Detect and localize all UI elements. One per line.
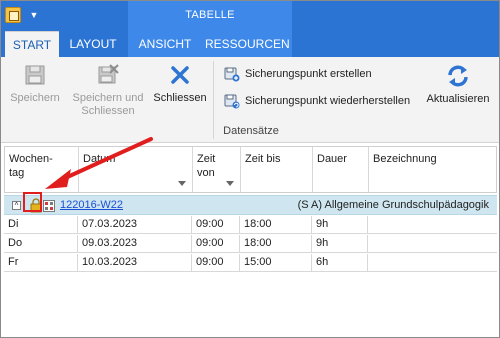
column-header-label: Dauer — [317, 153, 347, 165]
ribbon-group-label: Datensätze — [223, 125, 279, 137]
app-window: ▼ TABELLE START LAYOUT ANSICHT RESSOURCE… — [0, 0, 500, 338]
tab-layout[interactable]: LAYOUT — [63, 31, 123, 57]
column-header-duration[interactable]: Dauer — [313, 147, 369, 192]
table-row[interactable]: Do 09.03.2023 09:00 18:00 9h — [4, 235, 497, 253]
schedule-grid-icon[interactable] — [43, 200, 55, 212]
cell-time-to: 15:00 — [240, 254, 312, 272]
column-header-label: Wochen- — [9, 153, 53, 165]
column-header-time-from[interactable]: Zeit von — [193, 147, 241, 192]
floppy-close-icon — [98, 64, 119, 84]
tab-ansicht[interactable]: ANSICHT — [133, 31, 197, 57]
close-x-icon — [171, 66, 189, 84]
cell-time-from: 09:00 — [192, 235, 240, 253]
cell-time-to: 18:00 — [240, 216, 312, 234]
table-row[interactable]: Fr 10.03.2023 09:00 15:00 6h — [4, 254, 497, 272]
refresh-button[interactable]: Aktualisieren — [423, 63, 493, 106]
close-button[interactable]: Schliessen — [151, 63, 209, 105]
lock-icon[interactable] — [29, 198, 43, 213]
cell-duration: 9h — [312, 235, 368, 253]
cell-time-from: 09:00 — [192, 254, 240, 272]
quick-access-dropdown-icon[interactable]: ▼ — [26, 7, 42, 23]
cell-time-to: 18:00 — [240, 235, 312, 253]
cell-description — [368, 216, 497, 234]
backup-restore-icon — [224, 94, 240, 109]
backup-create-icon — [224, 67, 240, 82]
save-and-close-label-line2: Schliessen — [81, 105, 135, 117]
group-description: (S A) Allgemeine Grundschulpädagogik — [297, 199, 489, 211]
sort-arrow-icon — [226, 181, 234, 186]
save-label: Speichern — [10, 92, 60, 104]
collapse-icon[interactable]: ^ — [12, 201, 21, 210]
column-header-description[interactable]: Bezeichnung — [369, 147, 496, 192]
cell-date: 10.03.2023 — [78, 254, 192, 272]
cell-time-from: 09:00 — [192, 216, 240, 234]
column-header-label: Zeit — [197, 153, 216, 165]
floppy-disk-icon — [25, 65, 45, 85]
column-header-date[interactable]: Datum — [79, 147, 193, 192]
ribbon-panel: Speichern Speichern und Schliessen Schli… — [1, 57, 499, 143]
title-bar: ▼ TABELLE — [1, 1, 499, 31]
column-header-label: Datum — [83, 153, 116, 165]
save-and-close-label-line1: Speichern und — [72, 92, 144, 104]
cell-date: 07.03.2023 — [78, 216, 192, 234]
cell-weekday: Do — [4, 235, 78, 253]
column-header-label: tag — [9, 167, 25, 179]
cell-description — [368, 235, 497, 253]
ribbon-tabs: START LAYOUT ANSICHT RESSOURCEN — [1, 31, 499, 57]
sort-arrow-icon — [178, 181, 186, 186]
cell-weekday: Di — [4, 216, 78, 234]
tab-ressourcen[interactable]: RESSOURCEN — [205, 31, 290, 57]
column-header-weekday[interactable]: Wochen- tag — [5, 147, 79, 192]
data-grid: Wochen- tag Datum Zeit von Zeit bis Daue… — [1, 143, 499, 337]
create-backup-label: Sicherungspunkt erstellen — [245, 68, 372, 80]
cell-date: 09.03.2023 — [78, 235, 192, 253]
cell-duration: 6h — [312, 254, 368, 272]
cell-duration: 9h — [312, 216, 368, 234]
column-header-time-to[interactable]: Zeit bis — [241, 147, 313, 192]
refresh-icon — [448, 65, 468, 87]
table-row[interactable]: Di 07.03.2023 09:00 18:00 9h — [4, 216, 497, 234]
column-header-label: Bezeichnung — [373, 153, 437, 165]
app-icon[interactable] — [5, 7, 21, 23]
save-and-close-button[interactable]: Speichern und Schliessen — [71, 63, 145, 118]
tab-start[interactable]: START — [5, 31, 59, 57]
refresh-label: Aktualisieren — [426, 93, 490, 105]
column-header-label: Zeit bis — [245, 153, 281, 165]
cell-description — [368, 254, 497, 272]
context-tab-header: TABELLE — [128, 1, 292, 31]
grid-header: Wochen- tag Datum Zeit von Zeit bis Daue… — [4, 146, 497, 193]
column-header-label: von — [197, 167, 215, 179]
cell-weekday: Fr — [4, 254, 78, 272]
close-label: Schliessen — [153, 92, 207, 104]
group-link[interactable]: 122016-W22 — [60, 199, 123, 211]
restore-backup-label: Sicherungspunkt wiederherstellen — [245, 95, 411, 107]
restore-backup-button[interactable]: Sicherungspunkt wiederherstellen — [224, 92, 420, 110]
create-backup-button[interactable]: Sicherungspunkt erstellen — [224, 65, 394, 83]
group-row[interactable]: ^ 122016-W22 (S A) Allgemeine Grundschul… — [4, 195, 497, 215]
save-button[interactable]: Speichern — [7, 63, 63, 105]
